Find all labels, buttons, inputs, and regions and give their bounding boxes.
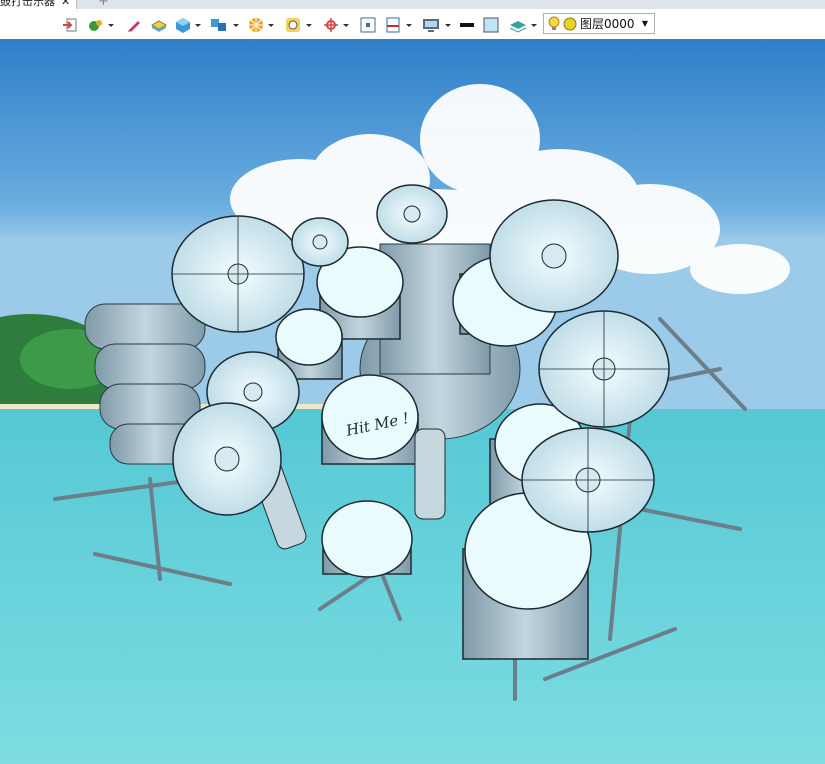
- pen-tool-button[interactable]: [126, 16, 142, 34]
- drum-throne: [321, 500, 413, 578]
- cube-icon: [176, 18, 190, 33]
- cube-tool-button[interactable]: [174, 16, 201, 34]
- line-style-tool-button[interactable]: [459, 16, 475, 34]
- display-tool-button[interactable]: [422, 16, 451, 34]
- render-style-tool-button[interactable]: [247, 16, 274, 34]
- multi-view-icon: [211, 19, 226, 31]
- fill-color-icon: [483, 17, 499, 33]
- drum-kit-model-view: Hit Me !: [0, 39, 825, 764]
- material-tool-button[interactable]: [87, 16, 114, 34]
- tab-bar: 鼓打击乐器 ✕ +: [0, 0, 825, 9]
- pen-icon: [128, 21, 140, 32]
- monitor-icon: [423, 19, 439, 32]
- chevron-down-icon[interactable]: ▼: [642, 19, 648, 28]
- snap-icon: [360, 17, 376, 33]
- frame-icon: [386, 17, 400, 33]
- multi-view-tool-button[interactable]: [210, 16, 239, 34]
- document-tab-title: 鼓打击乐器: [0, 0, 55, 8]
- search-tool-button[interactable]: [285, 16, 312, 34]
- search-icon: [286, 18, 300, 32]
- layer-stack-tool-button[interactable]: [508, 16, 537, 34]
- exit-tool-button[interactable]: [62, 16, 78, 34]
- layer-select-value: 图层0000: [580, 17, 635, 31]
- material-icon: [89, 20, 102, 31]
- line-weight-icon: [460, 23, 474, 27]
- close-icon[interactable]: ✕: [61, 0, 70, 8]
- document-tab[interactable]: 鼓打击乐器 ✕: [0, 0, 78, 9]
- fill-color-tool-button[interactable]: [483, 16, 499, 34]
- snap-tool-button[interactable]: [360, 16, 376, 34]
- block-icon: [150, 20, 168, 32]
- render-style-icon: [249, 18, 263, 32]
- layer-stack-icon: [509, 21, 527, 33]
- axis-icon: [324, 18, 338, 32]
- new-tab-button[interactable]: +: [98, 0, 109, 9]
- block-tool-button[interactable]: [150, 16, 168, 34]
- layer-select[interactable]: 图层0000 ▼: [543, 13, 655, 34]
- axis-tool-button[interactable]: [322, 16, 349, 34]
- 3d-viewport[interactable]: Hit Me !: [0, 39, 825, 764]
- lightbulb-icon: [548, 16, 560, 30]
- exit-icon: [63, 18, 77, 32]
- frame-tool-button[interactable]: [385, 16, 412, 34]
- layer-state-icon: [563, 17, 577, 30]
- toolbar: 图层0000 ▼: [0, 9, 825, 39]
